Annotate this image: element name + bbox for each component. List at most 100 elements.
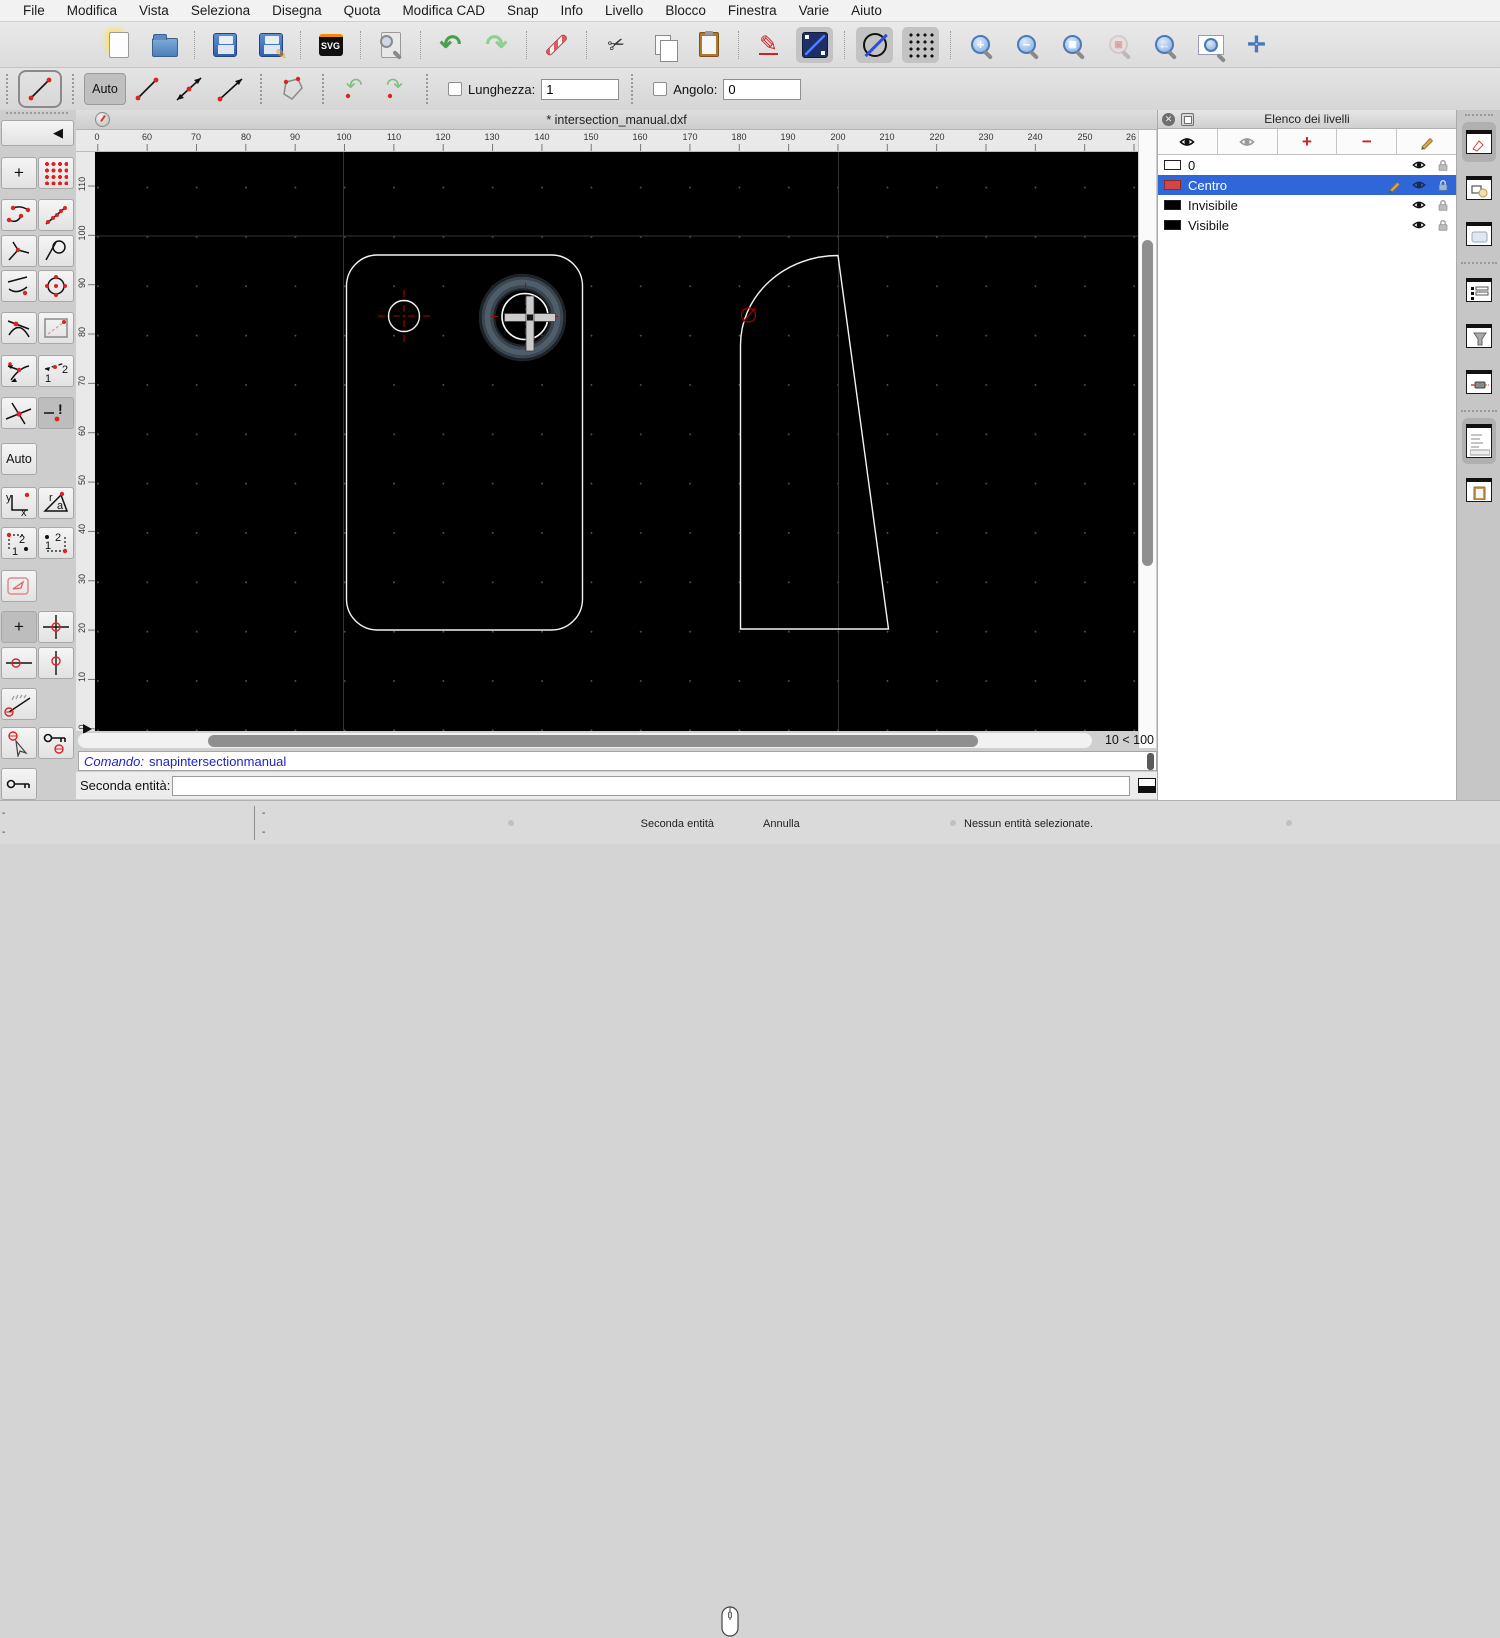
restrict-box-button[interactable] <box>38 312 74 344</box>
line-arrow-button[interactable] <box>210 70 252 108</box>
menu-quota[interactable]: Quota <box>333 3 392 18</box>
polyline-button[interactable] <box>272 70 314 108</box>
toolbar-handle[interactable] <box>631 74 639 104</box>
new-document-button[interactable] <box>100 27 137 63</box>
grid-toggle-button[interactable] <box>902 26 939 63</box>
layer-color-swatch[interactable] <box>1164 220 1181 230</box>
hide-all-layers-button[interactable] <box>1218 129 1278 154</box>
layer-visibility-icon[interactable] <box>1411 178 1427 192</box>
layer-visibility-icon[interactable] <box>1411 158 1427 172</box>
show-all-layers-button[interactable] <box>1158 129 1218 154</box>
menu-finestra[interactable]: Finestra <box>717 3 788 18</box>
menu-snap[interactable]: Snap <box>496 3 550 18</box>
length-input[interactable] <box>541 78 620 100</box>
layer-row-visibile[interactable]: Visibile <box>1158 215 1456 235</box>
menu-file[interactable]: File <box>12 3 56 18</box>
sail-entity[interactable] <box>739 254 890 630</box>
blocks-dock-button[interactable] <box>1462 168 1496 208</box>
print-preview-button[interactable] <box>372 27 409 63</box>
copy-button[interactable] <box>644 27 681 63</box>
menu-seleziona[interactable]: Seleziona <box>180 3 261 18</box>
lock-relative-zero-button[interactable] <box>38 727 74 759</box>
svg-export-button[interactable]: SVG <box>312 27 349 63</box>
redo-segment-button[interactable]: ↷ <box>376 70 418 108</box>
snap-free-button[interactable]: + <box>1 157 37 189</box>
restrict-orthogonal-button[interactable] <box>38 611 74 643</box>
menu-aiuto[interactable]: Aiuto <box>840 3 893 18</box>
snap-intersection-button[interactable] <box>1 312 37 344</box>
menu-modifica[interactable]: Modifica <box>56 3 128 18</box>
edit-layer-button[interactable] <box>1397 129 1456 154</box>
toolbar-handle[interactable] <box>72 74 80 104</box>
keyboard-icon[interactable] <box>1138 778 1156 793</box>
intersection-manual-button[interactable]: 12 <box>38 355 74 387</box>
command-history[interactable]: Comando: snapintersectionmanual <box>78 751 1157 771</box>
menu-modifica-cad[interactable]: Modifica CAD <box>391 3 496 18</box>
horizontal-scrollbar[interactable] <box>78 733 1092 748</box>
horizontal-scrollbar-thumb[interactable] <box>208 734 978 747</box>
layer-color-swatch[interactable] <box>1164 200 1181 210</box>
filter-dock-button[interactable] <box>1462 316 1496 356</box>
snap-on-entity-button[interactable] <box>38 199 74 231</box>
zoom-out-button[interactable]: − <box>1008 27 1045 63</box>
entity-list-dock-button[interactable] <box>1462 270 1496 310</box>
undock-panel-button[interactable] <box>1181 113 1194 126</box>
layer-color-swatch[interactable] <box>1164 160 1181 170</box>
menu-blocco[interactable]: Blocco <box>654 3 717 18</box>
layer-lock-icon[interactable] <box>1436 198 1450 213</box>
relative-zero-button[interactable] <box>1 768 37 800</box>
restrict-vertical-button[interactable] <box>38 647 74 679</box>
snap-cross-button[interactable] <box>1 397 37 429</box>
layer-row-centro[interactable]: Centro <box>1158 175 1456 195</box>
undo-button[interactable]: ↶ <box>432 27 469 63</box>
layer-lock-icon[interactable] <box>1436 218 1450 233</box>
zoom-previous-button[interactable]: ← <box>1146 27 1183 63</box>
angle-gauge-button[interactable] <box>1 688 37 720</box>
redo-button[interactable]: ↷ <box>478 27 515 63</box>
menu-info[interactable]: Info <box>550 3 595 18</box>
document-titlebar[interactable]: * intersection_manual.dxf <box>76 110 1157 130</box>
save-as-button[interactable]: ✎ <box>252 27 289 63</box>
command-dock-button[interactable] <box>1462 418 1496 464</box>
layer-color-swatch[interactable] <box>1164 180 1181 190</box>
tool-options-dock-button[interactable] <box>1462 362 1496 402</box>
paste-button[interactable] <box>690 27 727 63</box>
menu-vista[interactable]: Vista <box>128 3 180 18</box>
pan-button[interactable]: ✛ <box>1238 27 1275 63</box>
edit-entity-button[interactable]: ✎ <box>750 27 787 63</box>
vertical-scrollbar-thumb[interactable] <box>1142 240 1153 566</box>
layer-lock-icon[interactable] <box>1436 178 1450 193</box>
coord-cartesian-button[interactable]: yx <box>1 487 37 519</box>
zoom-window-button[interactable] <box>1192 27 1229 63</box>
toolbar-handle[interactable] <box>260 74 268 104</box>
line-segment-selected-button[interactable] <box>18 70 62 108</box>
layers-panel-titlebar[interactable]: ✕ Elenco dei livelli <box>1158 110 1456 129</box>
snap-exclamation-button[interactable]: ! <box>38 397 74 429</box>
undo-segment-button[interactable]: ↶ <box>334 70 376 108</box>
select-entity-lock-button[interactable] <box>1 727 37 759</box>
command-history-scrollbar[interactable] <box>1147 753 1154 770</box>
restrict-horizontal-button[interactable] <box>1 647 37 679</box>
angle-input[interactable] <box>723 78 802 100</box>
palette-handle[interactable] <box>6 112 68 114</box>
toolbar-handle[interactable] <box>322 74 330 104</box>
menu-disegna[interactable]: Disegna <box>261 3 333 18</box>
layer-lock-icon[interactable] <box>1436 158 1450 173</box>
command-input[interactable] <box>172 775 1130 796</box>
length-checkbox[interactable] <box>448 82 462 96</box>
circle-slash-toggle-button[interactable] <box>856 26 893 63</box>
restrict-nothing-button[interactable]: + <box>1 611 37 643</box>
snap-middle-button[interactable] <box>1 270 37 302</box>
line-tool-button[interactable] <box>796 26 833 63</box>
snap-grid-button[interactable] <box>38 157 74 189</box>
layer-row-invisibile[interactable]: Invisibile <box>1158 195 1456 215</box>
cut-button[interactable]: ✂ <box>598 27 635 63</box>
line-auto-mode-button[interactable]: Auto <box>84 73 126 105</box>
vertical-scrollbar[interactable] <box>1138 130 1156 748</box>
snap-center-button[interactable] <box>38 270 74 302</box>
layer-visibility-icon[interactable] <box>1411 218 1427 232</box>
zoom-auto-button[interactable]: ▣ <box>1054 27 1091 63</box>
rel-polar-button[interactable]: 12 <box>38 527 74 559</box>
delete-button[interactable] <box>538 27 575 63</box>
library-dock-button[interactable] <box>1462 214 1496 254</box>
